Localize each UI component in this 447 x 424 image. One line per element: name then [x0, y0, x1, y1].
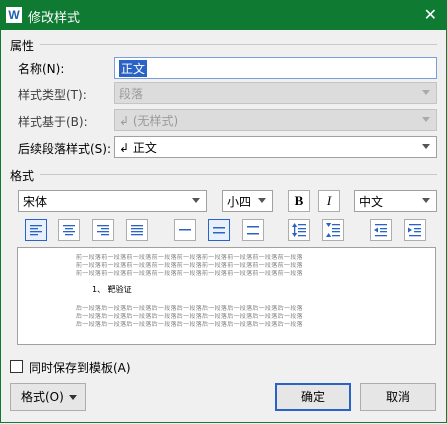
one-half-spacing-button[interactable] [208, 219, 230, 241]
increase-indent-icon [408, 224, 421, 237]
following-style-value: ↲ 正文 [119, 141, 157, 155]
increase-paragraph-spacing-icon [292, 223, 306, 237]
style-type-label: 样式类型(T): [18, 88, 87, 102]
ok-button[interactable]: 确定 [275, 383, 351, 411]
decrease-indent-button[interactable] [370, 219, 392, 241]
next-paragraph-line: 后一段落后一段落后一段落后一段落后一段落后一段落后一段落后一段落后一段落 [76, 305, 303, 312]
justify-icon [131, 225, 143, 236]
name-label: 名称(N): [18, 62, 65, 76]
one-half-spacing-icon [213, 227, 225, 234]
decrease-indent-icon [374, 224, 387, 237]
style-preview: 前一段落前一段落前一段落前一段落前一段落前一段落前一段落前一段落前一段落 前一段… [17, 247, 436, 345]
chevron-down-icon [422, 144, 430, 149]
double-spacing-icon [247, 226, 259, 235]
title-bar: W 修改样式 ✕ [0, 0, 447, 30]
font-select[interactable]: 宋体 [18, 190, 207, 212]
decrease-spacing-button[interactable] [322, 219, 344, 241]
dialog-title: 修改样式 [28, 11, 81, 26]
preview-sample-text: 1、 靶验证 [92, 285, 132, 294]
previous-paragraph-line: 前一段落前一段落前一段落前一段落前一段落前一段落前一段落前一段落前一段落 [76, 254, 303, 261]
based-on-select[interactable]: ↲ (无样式) [114, 109, 437, 131]
cancel-button[interactable]: 取消 [360, 383, 436, 411]
chevron-down-icon [192, 198, 200, 203]
italic-button[interactable]: I [318, 190, 340, 212]
close-icon[interactable]: ✕ [424, 5, 437, 24]
following-style-select[interactable]: ↲ 正文 [114, 136, 437, 158]
format-section-label: 格式 [10, 169, 35, 183]
previous-paragraph-line: 前一段落前一段落前一段落前一段落前一段落前一段落前一段落前一段落前一段落 [76, 262, 303, 269]
single-spacing-button[interactable] [174, 219, 196, 241]
name-value: 正文 [119, 60, 148, 77]
double-spacing-button[interactable] [242, 219, 264, 241]
next-paragraph-line: 后一段落后一段落后一段落后一段落后一段落后一段落后一段落后一段落后一段落 [76, 313, 303, 320]
align-center-button[interactable] [58, 219, 80, 241]
style-type-value: 段落 [119, 87, 144, 101]
increase-indent-button[interactable] [404, 219, 426, 241]
bold-button[interactable]: B [288, 190, 310, 212]
align-right-button[interactable] [92, 219, 114, 241]
align-center-icon [63, 225, 75, 236]
following-style-label: 后续段落样式(S): [18, 142, 112, 156]
chevron-down-icon [422, 90, 430, 95]
properties-divider [40, 44, 437, 45]
app-icon: W [6, 7, 22, 23]
based-on-label: 样式基于(B): [18, 115, 88, 129]
align-left-button[interactable] [25, 219, 47, 241]
based-on-value: ↲ (无样式) [119, 114, 179, 128]
save-to-template-label: 同时保存到模板(A) [29, 361, 131, 375]
format-divider [40, 174, 437, 175]
language-select[interactable]: 中文 [354, 190, 437, 212]
chevron-down-icon [422, 117, 430, 122]
align-right-icon [97, 225, 109, 236]
font-value: 宋体 [23, 195, 48, 209]
format-menu-label: 格式(O) [21, 390, 64, 404]
single-spacing-icon [179, 229, 191, 231]
save-to-template-checkbox[interactable] [10, 360, 23, 373]
properties-section-label: 属性 [10, 39, 35, 53]
format-menu-button[interactable]: 格式(O) [10, 383, 86, 411]
decrease-paragraph-spacing-icon [326, 223, 340, 237]
increase-spacing-button[interactable] [288, 219, 310, 241]
font-size-value: 小四 [227, 195, 252, 209]
style-type-select[interactable]: 段落 [114, 82, 437, 104]
next-paragraph-line: 后一段落后一段落后一段落后一段落后一段落后一段落后一段落后一段落后一段落 [76, 321, 303, 328]
justify-button[interactable] [126, 219, 148, 241]
align-left-icon [30, 225, 42, 236]
chevron-down-icon [422, 198, 430, 203]
name-input[interactable]: 正文 [114, 57, 437, 79]
font-size-select[interactable]: 小四 [222, 190, 273, 212]
chevron-down-icon [258, 198, 266, 203]
previous-paragraph-line: 前一段落前一段落前一段落前一段落前一段落前一段落前一段落前一段落前一段落 [76, 270, 303, 277]
language-value: 中文 [359, 195, 384, 209]
chevron-down-icon [69, 395, 77, 400]
